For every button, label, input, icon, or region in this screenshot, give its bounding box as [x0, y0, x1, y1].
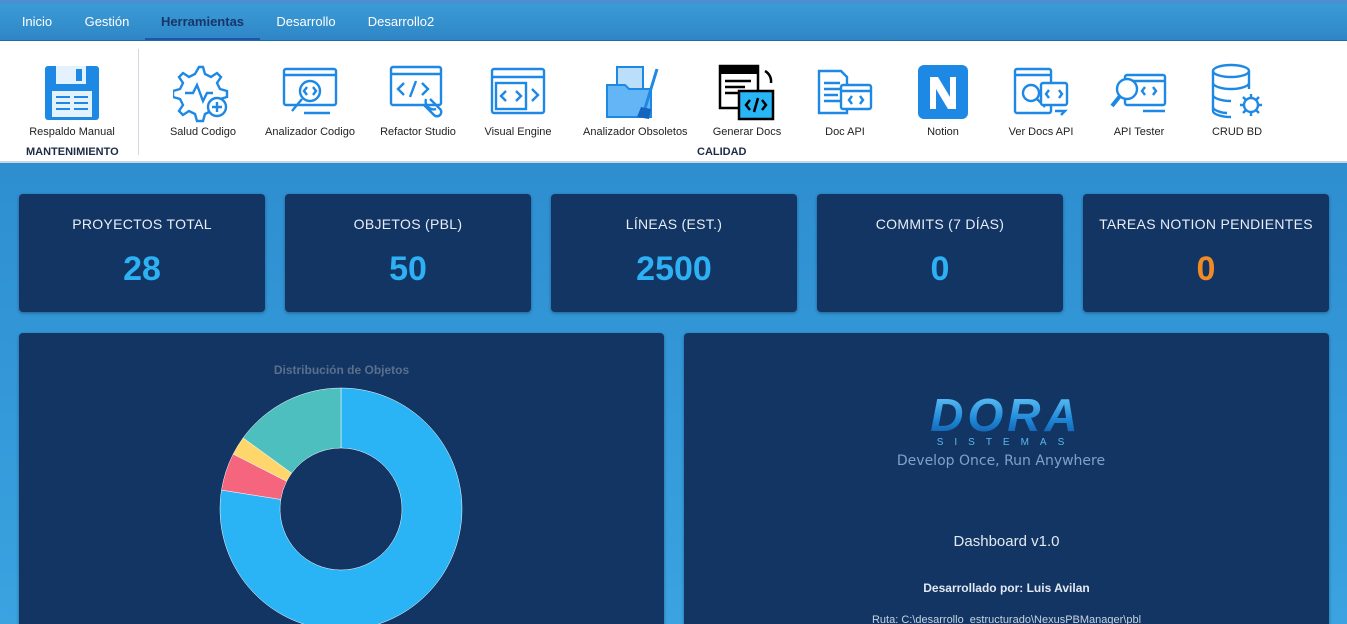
ver-docs-api-label: Ver Docs API: [1008, 126, 1074, 138]
group-label-calidad: CALIDAD: [697, 146, 747, 158]
notion-icon: [918, 65, 968, 119]
svg-text:Develop Once, Run Anywhere: Develop Once, Run Anywhere: [897, 453, 1105, 469]
analizador-obsoletos-label: Analizador Obsoletos: [583, 126, 688, 138]
tab-inicio[interactable]: Inicio: [12, 4, 62, 40]
floppy-disk-icon: [45, 66, 99, 120]
generar-docs-button[interactable]: Generar Docs: [713, 41, 781, 141]
stat-card-objetos: OBJETOS (PBL) 50: [285, 194, 531, 312]
ver-docs-api-button[interactable]: Ver Docs API: [1009, 41, 1073, 141]
stat-card-commits: COMMITS (7 DÍAS) 0: [817, 194, 1063, 312]
gear-health-icon: [173, 65, 229, 123]
analizador-codigo-button[interactable]: Analizador Codigo: [265, 41, 355, 141]
stat-card-lineas: LÍNEAS (EST.) 2500: [551, 194, 797, 312]
about-card: DORA SISTEMAS Develop Once, Run Anywhere…: [684, 333, 1329, 624]
api-tester-button[interactable]: API Tester: [1109, 41, 1169, 141]
analizador-obsoletos-button[interactable]: Analizador Obsoletos: [583, 41, 688, 141]
stat-value: 0: [1196, 250, 1216, 288]
doc-api-label: Doc API: [825, 126, 865, 138]
project-path: Ruta: C:\desarrollo_estructurado\NexusPB…: [871, 614, 1142, 624]
ribbon-toolbar: Respaldo Manual Salud Codigo Analizador …: [0, 41, 1347, 163]
tab-herramientas[interactable]: Herramientas: [145, 4, 260, 40]
refactor-studio-label: Refactor Studio: [380, 126, 456, 138]
view-docs-icon: [1013, 67, 1069, 116]
doc-api-icon: [817, 69, 873, 115]
notion-label: Notion: [927, 126, 959, 138]
crud-bd-label: CRUD BD: [1211, 126, 1263, 138]
donut-chart: [219, 387, 463, 624]
stat-title: TAREAS NOTION PENDIENTES: [1099, 216, 1313, 232]
notion-button[interactable]: Notion: [913, 41, 973, 141]
svg-text:SISTEMAS: SISTEMAS: [937, 437, 1076, 448]
respaldo-manual-button[interactable]: Respaldo Manual: [29, 41, 115, 141]
group-label-mantenimiento: MANTENIMIENTO: [26, 146, 119, 158]
database-gear-icon: [1211, 63, 1262, 119]
dashboard-area: PROYECTOS TOTAL 28 OBJETOS (PBL) 50 LÍNE…: [0, 165, 1347, 624]
group-separator: [138, 49, 139, 155]
visual-engine-label: Visual Engine: [484, 126, 552, 138]
dashboard-version: Dashboard v1.0: [953, 533, 1060, 550]
api-tester-icon: [1110, 73, 1167, 113]
stat-value: 50: [389, 250, 427, 288]
refactor-wrench-icon: [389, 65, 443, 118]
salud-codigo-label: Salud Codigo: [169, 126, 237, 138]
stat-title: PROYECTOS TOTAL: [72, 216, 212, 232]
generar-docs-label: Generar Docs: [712, 126, 782, 138]
chart-card: Distribución de Objetos: [19, 333, 664, 624]
developer-credit: Desarrollado por: Luis Avilan: [923, 581, 1090, 595]
svg-text:DORA: DORA: [930, 393, 1081, 441]
stat-title: COMMITS (7 DÍAS): [875, 216, 1005, 232]
crud-bd-button[interactable]: CRUD BD: [1207, 41, 1267, 141]
tab-desarrollo[interactable]: Desarrollo: [266, 4, 346, 40]
tab-desarrollo2[interactable]: Desarrollo2: [356, 4, 446, 40]
stat-value: 28: [123, 250, 161, 288]
stat-value: 0: [930, 250, 950, 288]
refactor-studio-button[interactable]: Refactor Studio: [380, 41, 456, 141]
stat-card-tareas-notion: TAREAS NOTION PENDIENTES 0: [1083, 194, 1329, 312]
generate-docs-icon: [718, 64, 775, 121]
stat-value: 2500: [636, 250, 712, 288]
code-analyzer-icon: [282, 67, 338, 115]
code-windows-icon: [490, 67, 546, 115]
stat-card-proyectos: PROYECTOS TOTAL 28: [19, 194, 265, 312]
visual-engine-button[interactable]: Visual Engine: [484, 41, 552, 141]
api-tester-label: API Tester: [1113, 126, 1165, 138]
stat-title: LÍNEAS (EST.): [625, 216, 723, 232]
dora-logo: DORA SISTEMAS Develop Once, Run Anywhere: [897, 393, 1105, 469]
doc-api-button[interactable]: Doc API: [815, 41, 875, 141]
stat-title: OBJETOS (PBL): [353, 216, 463, 232]
analizador-codigo-label: Analizador Codigo: [265, 126, 355, 138]
respaldo-manual-label: Respaldo Manual: [29, 126, 115, 138]
folder-broom-icon: [606, 66, 659, 119]
ribbon-tab-bar: Inicio Gestión Herramientas Desarrollo D…: [0, 0, 1347, 41]
tab-gestion[interactable]: Gestión: [76, 4, 138, 40]
salud-codigo-button[interactable]: Salud Codigo: [170, 41, 236, 141]
